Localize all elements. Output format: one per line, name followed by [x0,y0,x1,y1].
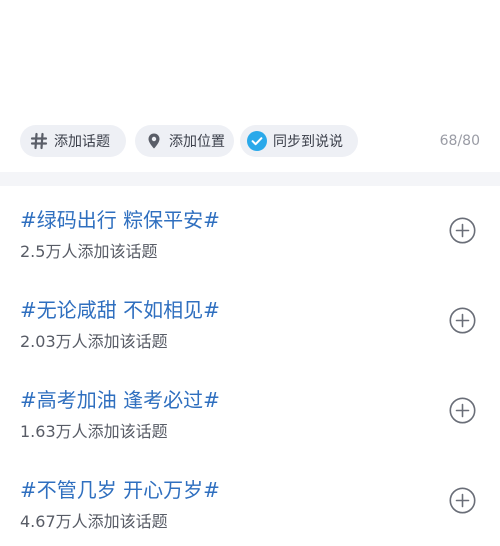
plus-circle-icon [449,397,476,424]
topic-title: #绿码出行 粽保平安# [20,208,220,232]
plus-circle-icon [449,487,476,514]
topic-item[interactable]: #无论咸甜 不如相见# 2.03万人添加该话题 [0,276,500,366]
topic-count: 1.63万人添加该话题 [20,422,168,441]
sync-label: 同步到说说 [273,134,343,150]
add-location-button[interactable]: 添加位置 [135,125,234,157]
sync-to-moments-toggle[interactable]: 同步到说说 [240,125,358,157]
topic-count: 4.67万人添加该话题 [20,512,168,531]
char-counter: 68/80 [439,133,480,149]
plus-circle-icon [449,217,476,244]
check-circle-icon [247,131,267,151]
location-pin-icon [148,133,160,149]
section-divider [0,172,500,186]
topic-count: 2.5万人添加该话题 [20,242,158,261]
post-text-area[interactable] [0,0,500,120]
topic-item[interactable]: #不管几岁 开心万岁# 4.67万人添加该话题 [0,456,500,546]
add-topic-button[interactable]: 添加话题 [20,125,126,157]
post-toolbar: 添加话题 添加位置 同步到说说 68/80 [0,124,500,160]
add-topic-plus-button[interactable] [449,307,476,334]
add-location-label: 添加位置 [169,134,225,150]
topic-title: #高考加油 逢考必过# [20,388,220,412]
topic-title: #不管几岁 开心万岁# [20,478,220,502]
hash-icon [30,132,48,150]
topic-list: #绿码出行 粽保平安# 2.5万人添加该话题 #无论咸甜 不如相见# 2.03万… [0,186,500,546]
plus-circle-icon [449,307,476,334]
topic-item[interactable]: #绿码出行 粽保平安# 2.5万人添加该话题 [0,186,500,276]
topic-title: #无论咸甜 不如相见# [20,298,220,322]
add-topic-plus-button[interactable] [449,487,476,514]
add-topic-plus-button[interactable] [449,397,476,424]
add-topic-plus-button[interactable] [449,217,476,244]
add-topic-label: 添加话题 [54,134,110,150]
topic-count: 2.03万人添加该话题 [20,332,168,351]
topic-item[interactable]: #高考加油 逢考必过# 1.63万人添加该话题 [0,366,500,456]
